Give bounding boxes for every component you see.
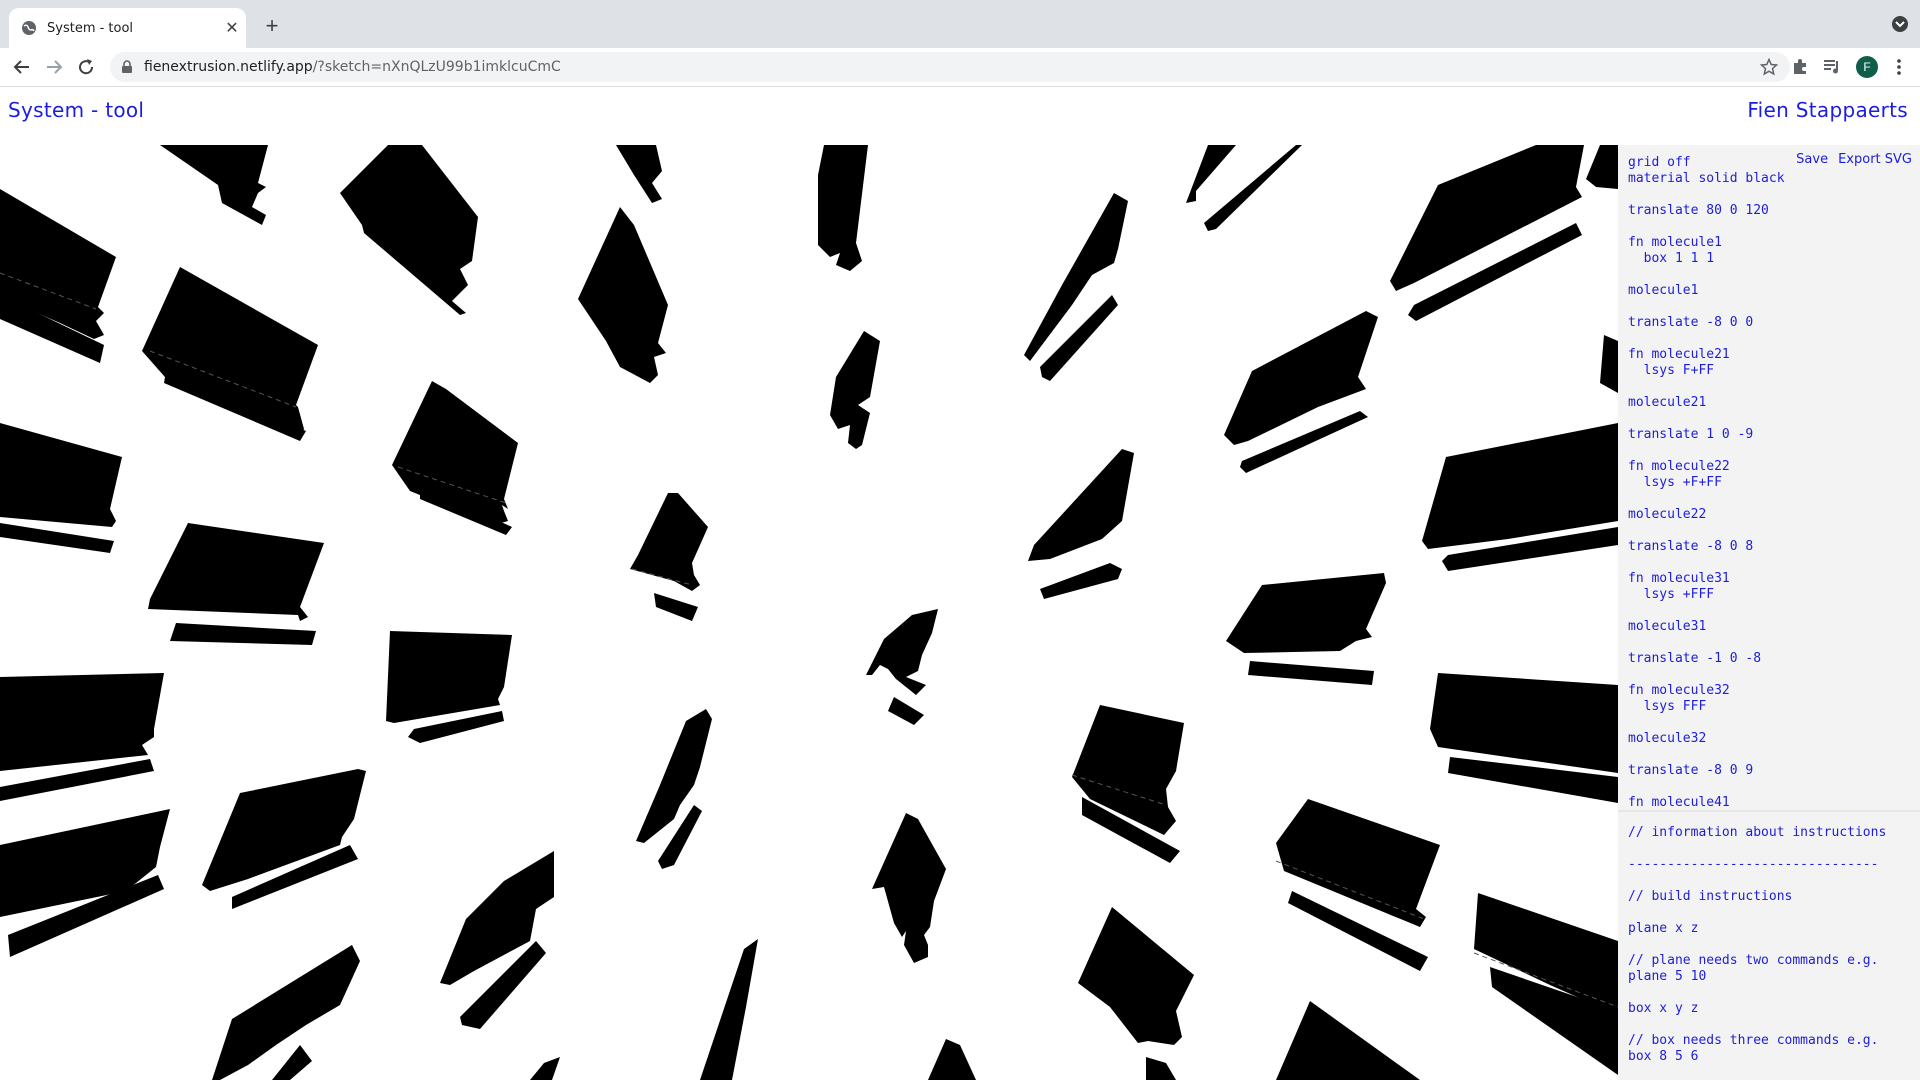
shape [386, 631, 512, 723]
tab-search-icon[interactable] [1890, 14, 1910, 34]
shape [0, 523, 114, 553]
puzzle-icon[interactable] [1790, 57, 1810, 77]
page-title: System - tool [8, 98, 145, 122]
shape [1276, 1001, 1420, 1080]
shape [202, 769, 366, 891]
shape [530, 1057, 560, 1080]
code-editor[interactable]: grid off material solid black translate … [1618, 145, 1920, 810]
reload-icon[interactable] [72, 53, 100, 81]
shape [1186, 145, 1236, 203]
shape [1040, 563, 1122, 599]
shape [1146, 1057, 1176, 1080]
shape [928, 1039, 976, 1080]
shape [160, 145, 268, 225]
extruded-shapes [0, 145, 1618, 1080]
instructions-panel: // information about instructions ------… [1618, 825, 1920, 1080]
browser-toolbar: fienextrusion.netlify.app/?sketch=nXnQLz… [0, 48, 1920, 87]
author-name: Fien Stappaerts [1747, 98, 1908, 122]
shape [700, 939, 758, 1080]
save-button[interactable]: Save [1796, 152, 1829, 167]
back-icon[interactable] [8, 53, 36, 81]
address-bar[interactable]: fienextrusion.netlify.app/?sketch=nXnQLz… [110, 52, 1790, 82]
url-path: /?sketch=nXnQLzU99b1imklcuCmC [312, 59, 561, 75]
shape [1600, 335, 1618, 393]
shape [1226, 573, 1386, 653]
url-text: fienextrusion.netlify.app/?sketch=nXnQLz… [144, 59, 561, 75]
media-icon[interactable] [1822, 57, 1842, 77]
profile-avatar[interactable]: F [1856, 56, 1878, 78]
render-canvas[interactable] [0, 145, 1618, 1080]
shape [1248, 661, 1374, 685]
lock-icon [122, 60, 132, 73]
shape [654, 593, 698, 621]
extrusion-render [0, 145, 1618, 1080]
shape [170, 623, 316, 645]
editor-actions: Save Export SVG [1796, 152, 1912, 167]
shape [142, 267, 318, 437]
url-host: fienextrusion.netlify.app [144, 59, 313, 75]
shape [636, 709, 712, 843]
tab-title: System - tool [47, 20, 134, 36]
shape [340, 145, 478, 315]
globe-icon [22, 21, 36, 35]
shape [0, 809, 170, 917]
plus-icon[interactable]: + [258, 12, 286, 40]
kebab-icon[interactable] [1892, 57, 1906, 77]
tab-strip: System - tool ✕ + [0, 0, 1920, 48]
browser-tab[interactable]: System - tool ✕ [9, 8, 246, 48]
instructions-text: // information about instructions ------… [1628, 825, 1887, 1064]
code-sidebar: grid off material solid black translate … [1618, 145, 1920, 1080]
shape [888, 697, 924, 725]
shape [1028, 449, 1134, 561]
shape [1586, 145, 1618, 189]
shape [0, 423, 122, 527]
panel-divider [1618, 810, 1920, 812]
shape [830, 331, 880, 449]
export-svg-button[interactable]: Export SVG [1838, 152, 1912, 167]
shape [866, 609, 938, 695]
shape [440, 851, 554, 985]
forward-icon[interactable] [40, 53, 68, 81]
shape [148, 523, 324, 621]
shape [818, 145, 868, 271]
shape [578, 207, 668, 383]
shape [272, 1045, 312, 1080]
shape [0, 673, 164, 771]
shape [1224, 311, 1378, 445]
shape [1422, 423, 1618, 549]
shape [872, 813, 946, 963]
shape [616, 145, 662, 203]
shape [630, 493, 708, 591]
shape [1078, 907, 1194, 1045]
close-icon[interactable]: ✕ [218, 18, 246, 38]
shape [212, 945, 360, 1080]
star-icon[interactable] [1760, 58, 1778, 76]
code-text[interactable]: grid off material solid black translate … [1628, 155, 1910, 810]
